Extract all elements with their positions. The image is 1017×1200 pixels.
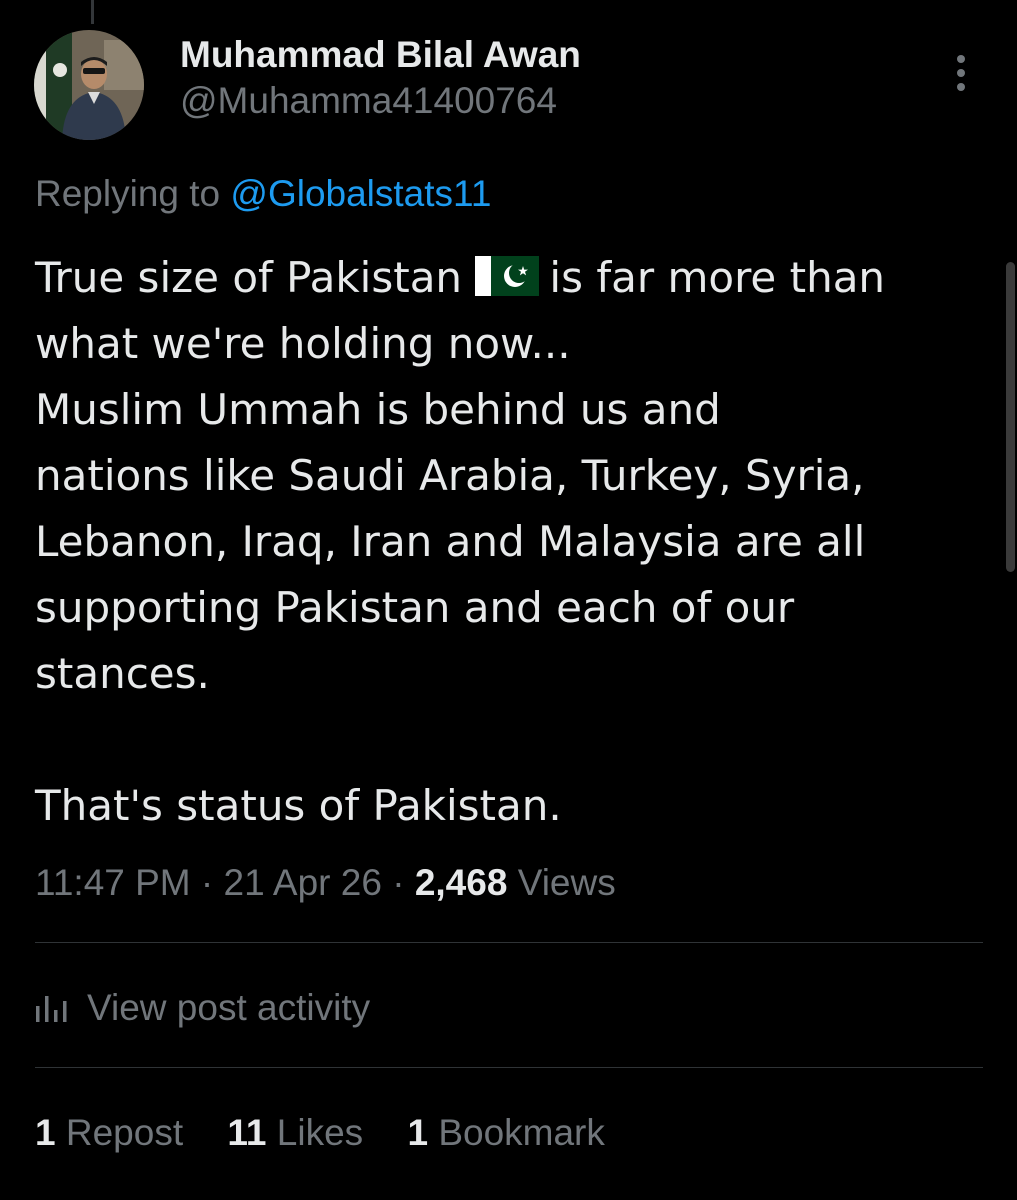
likes-count: 11 <box>227 1112 267 1153</box>
bookmarks-stat[interactable]: 1 Bookmark <box>407 1110 604 1156</box>
likes-label: Likes <box>276 1112 364 1153</box>
post-time[interactable]: 11:47 PM <box>35 862 191 903</box>
replying-to-label: Replying to <box>35 173 221 214</box>
more-vertical-icon <box>957 55 965 91</box>
reply-mention-link[interactable]: @Globalstats11 <box>230 173 491 214</box>
more-options-button[interactable] <box>940 52 982 94</box>
bookmarks-label: Bookmark <box>438 1112 605 1153</box>
engagement-stats: 1 Repost 11 Likes 1 Bookmark <box>35 1110 639 1156</box>
tweet-line-3: Muslim Ummah is behind us and <box>35 385 721 434</box>
tweet-line-5: Lebanon, Iraq, Iran and Malaysia are all <box>35 517 866 566</box>
pakistan-flag-icon <box>475 256 540 296</box>
reposts-count: 1 <box>35 1112 56 1153</box>
tweet-line-7: stances. <box>35 649 210 698</box>
reposts-stat[interactable]: 1 Repost <box>35 1110 183 1156</box>
view-post-activity-button[interactable]: View post activity <box>35 985 370 1031</box>
tweet-line-2: what we're holding now... <box>35 319 571 368</box>
tweet-line-6: supporting Pakistan and each of our <box>35 583 795 632</box>
post-metadata: 11:47 PM · 21 Apr 26 · 2,468 Views <box>35 860 616 906</box>
author-block: Muhammad Bilal Awan @Muhamma41400764 <box>180 32 581 124</box>
views-count: 2,468 <box>414 862 508 903</box>
tweet-line-1: True size of Pakistan is far more than <box>35 245 995 311</box>
author-handle[interactable]: @Muhamma41400764 <box>180 78 581 124</box>
scrollbar[interactable] <box>1006 262 1015 572</box>
reposts-label: Repost <box>65 1112 184 1153</box>
thread-connector-line <box>91 0 94 24</box>
view-post-activity-label: View post activity <box>87 987 371 1028</box>
divider <box>35 942 983 943</box>
bookmarks-count: 1 <box>407 1112 429 1153</box>
divider <box>35 1067 983 1068</box>
replying-to: Replying to @Globalstats11 <box>35 171 491 217</box>
meta-separator: · <box>190 862 224 903</box>
tweet-closing-line: That's status of Pakistan. <box>35 781 562 830</box>
post-date[interactable]: 21 Apr 26 <box>224 862 382 903</box>
likes-stat[interactable]: 11 Likes <box>227 1110 363 1156</box>
author-display-name[interactable]: Muhammad Bilal Awan <box>180 32 581 78</box>
tweet-line-1-end: is far more than <box>549 253 886 302</box>
avatar-photo <box>34 30 144 140</box>
tweet-text: True size of Pakistan is far more than w… <box>35 245 995 839</box>
tweet-line-1-start: True size of Pakistan <box>35 253 463 302</box>
views-label: Views <box>517 862 616 903</box>
meta-separator: · <box>381 862 415 903</box>
avatar[interactable] <box>34 30 144 140</box>
tweet-line-4: nations like Saudi Arabia, Turkey, Syria… <box>35 451 865 500</box>
bar-chart-icon <box>36 996 67 1022</box>
